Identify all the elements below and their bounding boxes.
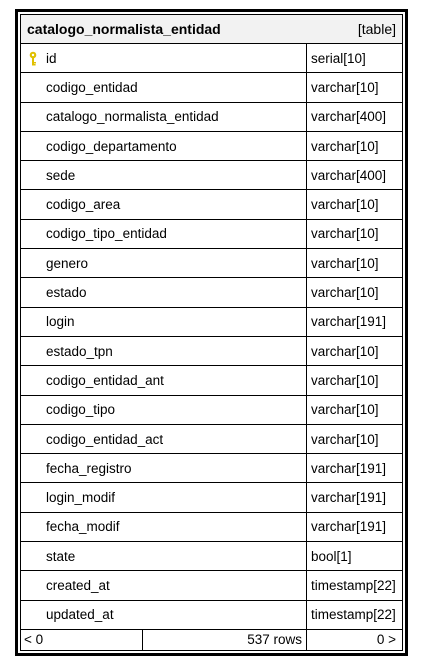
column-name-cell: login [21,307,307,336]
column-name: login_modif [46,490,116,506]
column-name-cell: codigo_tipo_entidad [21,219,307,249]
column-row: login_modif varchar[191] [21,483,402,513]
column-type: bool[1] [311,548,352,564]
column-name-cell: fecha_modif [21,512,307,542]
table-footer: < 0 537 rows 0 > [21,629,402,650]
column-name: codigo_area [46,197,121,213]
next-page-link[interactable]: 0 > [307,630,402,650]
column-type: varchar[10] [311,79,379,95]
column-row: id serial[10] [21,44,402,74]
column-name-cell: codigo_area [21,190,307,219]
column-name: state [46,548,76,564]
column-name: estado [46,285,87,301]
column-name: codigo_entidad_act [46,431,164,447]
column-type: varchar[191] [311,460,387,476]
column-name-cell: updated_at [21,600,307,629]
column-name-cell: fecha_registro [21,454,307,483]
column-name-cell: estado_tpn [21,336,307,366]
column-type: varchar[10] [311,197,379,213]
entity-table-inner: catalogo_normalista_entidad [table] id se… [20,14,403,651]
column-name: codigo_tipo_entidad [46,226,167,242]
column-row: sede varchar[400] [21,161,402,191]
column-name: sede [46,167,76,183]
column-name: codigo_tipo [46,402,116,418]
column-type: varchar[10] [311,372,379,388]
column-type: timestamp[22] [311,577,396,593]
column-row: codigo_tipo varchar[10] [21,395,402,425]
column-row: genero varchar[10] [21,249,402,279]
table-kind-label: [table] [357,21,396,37]
column-list: id serial[10] codigo_entidad varchar[10] cat… [21,44,402,630]
column-name-cell: id [21,44,307,73]
row-count: 537 rows [143,629,307,650]
column-name: codigo_entidad_ant [46,372,164,388]
column-name: estado_tpn [46,343,113,359]
entity-table: catalogo_normalista_entidad [table] id se… [15,9,408,656]
column-row: codigo_tipo_entidad varchar[10] [21,219,402,250]
column-name-cell: estado [21,278,307,307]
column-name-cell: created_at [21,571,307,600]
column-name: codigo_departamento [46,138,177,154]
column-type: varchar[10] [311,343,379,359]
column-name-cell: codigo_entidad_act [21,424,307,454]
column-row: login varchar[191] [21,307,402,337]
column-name-cell: codigo_departamento [21,131,307,161]
column-name-cell: catalogo_normalista_entidad [21,102,307,131]
column-type: varchar[10] [311,431,379,447]
column-name: id [46,50,57,66]
column-type: varchar[10] [311,138,379,154]
column-name: created_at [46,577,110,593]
prev-page-link[interactable]: < 0 [21,629,143,650]
column-name: genero [46,255,89,271]
column-type: varchar[191] [311,314,387,330]
column-name: catalogo_normalista_entidad [46,109,219,125]
column-row: catalogo_normalista_entidad varchar[400] [21,102,402,132]
column-name-cell: genero [21,249,307,278]
column-row: estado varchar[10] [21,278,402,308]
column-row: estado_tpn varchar[10] [21,336,402,367]
column-type: varchar[191] [311,490,387,506]
column-name-cell: codigo_entidad_ant [21,366,307,395]
column-type: varchar[400] [311,109,387,125]
column-name: fecha_modif [46,519,120,535]
primary-key-icon [29,51,37,66]
column-name-cell: login_modif [21,483,307,512]
column-type: varchar[10] [311,226,379,242]
column-name-cell: codigo_entidad [21,73,307,102]
column-row: codigo_departamento varchar[10] [21,131,402,162]
column-name: login [46,314,75,330]
column-row: codigo_entidad_act varchar[10] [21,424,402,455]
column-type: serial[10] [311,50,366,66]
column-row: state bool[1] [21,542,402,572]
table-title: catalogo_normalista_entidad [27,21,221,37]
column-type: varchar[10] [311,402,379,418]
column-name: fecha_registro [46,460,132,476]
column-row: fecha_modif varchar[191] [21,512,402,543]
column-row: codigo_entidad_ant varchar[10] [21,366,402,396]
column-name-cell: codigo_tipo [21,395,307,424]
column-name-cell: sede [21,161,307,190]
table-header: catalogo_normalista_entidad [table] [21,15,402,44]
column-row: codigo_entidad varchar[10] [21,73,402,103]
column-row: fecha_registro varchar[191] [21,454,402,484]
column-type: varchar[10] [311,255,379,271]
column-name: codigo_entidad [46,79,138,95]
column-type: varchar[400] [311,167,387,183]
column-type: timestamp[22] [311,607,396,623]
column-row: created_at timestamp[22] [21,571,402,601]
column-row: codigo_area varchar[10] [21,190,402,220]
column-type: varchar[10] [311,285,379,301]
column-row: updated_at timestamp[22] [21,600,402,630]
column-name-cell: state [21,542,307,571]
column-type: varchar[191] [311,519,387,535]
column-name: updated_at [46,607,114,623]
